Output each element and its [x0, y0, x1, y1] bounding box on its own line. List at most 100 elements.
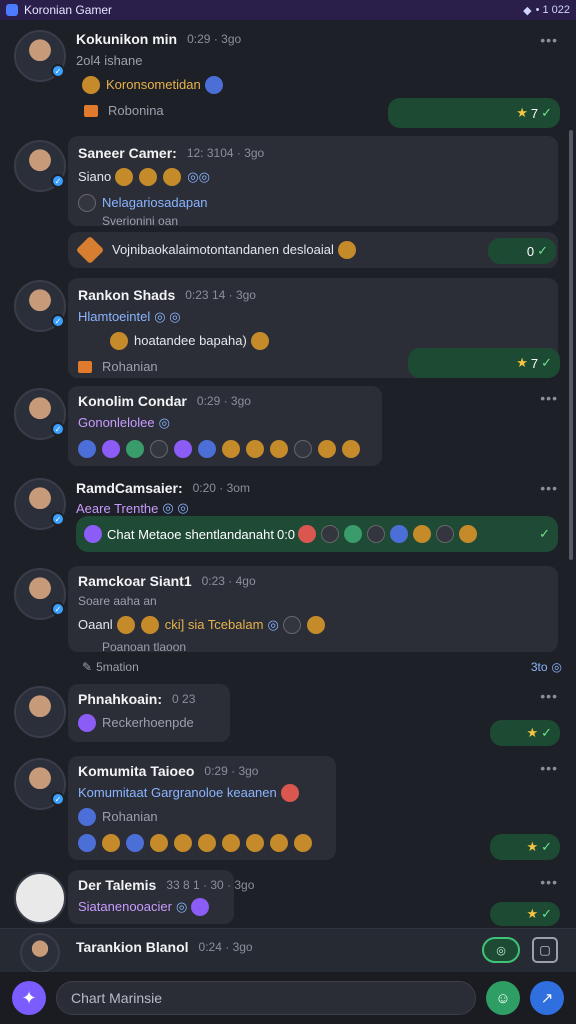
- timestamp: 0:29 · 3go: [187, 32, 242, 46]
- sender-name[interactable]: Phnahkoain:: [78, 690, 162, 708]
- sender-name[interactable]: Tarankion Blanol: [76, 939, 189, 955]
- emoji-icon: [139, 168, 158, 186]
- verified-icon: ✓: [51, 602, 65, 616]
- message-line: Vojnibaokalaimotontandanen desloaial: [112, 242, 334, 257]
- more-options-icon[interactable]: •••: [540, 874, 558, 890]
- system-label: 5mation: [96, 660, 139, 674]
- top-right-status[interactable]: ◆ • 1 022: [523, 4, 570, 17]
- avatar[interactable]: [14, 872, 66, 924]
- message-line: Gononlelolee: [78, 415, 155, 430]
- timestamp: 0:29 · 3go: [196, 394, 251, 408]
- sender-name[interactable]: Ramckoar Siant1: [78, 572, 192, 590]
- sender-name[interactable]: Saneer Camer:: [78, 144, 177, 162]
- avatar[interactable]: ✓: [14, 140, 66, 192]
- attachment-icon[interactable]: ▢: [532, 937, 558, 963]
- emoji-icon: [246, 440, 264, 458]
- message-line: 2ol4 ishane: [76, 53, 143, 68]
- emoji-icon: [163, 168, 182, 186]
- emoji-icon: [250, 332, 269, 350]
- more-options-icon[interactable]: •••: [540, 390, 558, 406]
- sticker-icon: [84, 525, 102, 543]
- reaction-bar[interactable]: ★ ✓: [490, 720, 560, 746]
- emoji-icon: [198, 834, 216, 852]
- badge-icon: ◎◎: [187, 169, 210, 184]
- wrench-icon: [75, 235, 105, 265]
- emoji-icon: [306, 616, 325, 634]
- sender-name[interactable]: Rankon Shads: [78, 286, 175, 304]
- more-options-icon[interactable]: •••: [540, 32, 558, 48]
- message-7: ••• Phnahkoain: 0 23 Reckerhoenpde ★ ✓: [0, 684, 576, 752]
- emoji-icon: [198, 440, 216, 458]
- emoji-icon: [204, 76, 223, 94]
- more-options-icon[interactable]: •••: [540, 760, 558, 776]
- sender-name[interactable]: RamdCamsaier:: [76, 480, 183, 496]
- avatar[interactable]: ✓: [14, 758, 66, 810]
- message-5: ✓ ••• RamdCamsaier: 0:20 · 3om Aeare Tren…: [0, 476, 576, 560]
- more-options-icon[interactable]: •••: [540, 480, 558, 496]
- avatar[interactable]: ✓: [14, 478, 66, 530]
- reaction-bar[interactable]: ★ ✓: [490, 902, 560, 926]
- reaction-bar[interactable]: ★ 7 ✓: [408, 348, 560, 378]
- avatar[interactable]: [20, 933, 60, 973]
- message-bubble: Phnahkoain: 0 23 Reckerhoenpde: [68, 684, 230, 742]
- message-line: Siano: [78, 169, 112, 184]
- typing-row: Tarankion Blanol 0:24 · 3go ◎ ▢: [0, 928, 576, 973]
- reaction-bar[interactable]: ★ ✓: [490, 834, 560, 860]
- message-bubble: Ramckoar Siant1 0:23 · 4go Soare aaha an …: [68, 566, 558, 654]
- avatar[interactable]: ✓: [14, 30, 66, 82]
- smile-icon: ☺: [495, 989, 511, 1007]
- message-bubble[interactable]: Chat Metaoe shentlandanaht 0:0 ✓: [76, 516, 558, 552]
- avatar[interactable]: ✓: [14, 568, 66, 620]
- message-line: Poanoan tlaoon: [102, 640, 187, 654]
- message-line: Komumitaat Gargranoloe keaanen: [78, 785, 277, 800]
- sender-name[interactable]: Konolim Condar: [78, 392, 187, 410]
- message-input-placeholder: Chart Marinsie: [71, 990, 163, 1006]
- emoji-icon: [116, 616, 135, 634]
- emoji-icon: [298, 525, 317, 543]
- voice-icon[interactable]: ◎: [482, 937, 520, 963]
- reaction-bar[interactable]: 0 ✓: [488, 238, 556, 264]
- emoji-icon: [191, 898, 210, 916]
- timestamp: 0:23 14 · 3go: [185, 288, 256, 302]
- emoji-icon: [150, 834, 168, 852]
- send-button[interactable]: ↗: [530, 981, 564, 1015]
- check-icon: ✓: [541, 725, 552, 740]
- timestamp: 0 23: [172, 692, 196, 706]
- message-line: Koronsometidan: [106, 77, 201, 92]
- emoji-icon: [367, 525, 386, 543]
- star-icon: ★: [516, 355, 528, 370]
- sender-name[interactable]: Komumita Taioeo: [78, 762, 194, 780]
- add-button[interactable]: ✦: [12, 981, 46, 1015]
- message-1: ✓ ••• Kokunikon min 0:29 · 3go 2ol4 ishan…: [0, 28, 576, 132]
- message-line: Hlamtoeintel: [78, 309, 151, 324]
- message-line: Sverionini oan: [102, 214, 179, 228]
- avatar[interactable]: ✓: [14, 388, 66, 440]
- emoji-icon: [110, 332, 128, 350]
- timestamp: 0:20 · 3om: [192, 481, 250, 495]
- more-options-icon[interactable]: •••: [540, 688, 558, 704]
- check-icon: ✓: [541, 839, 552, 854]
- verified-icon: ✓: [51, 512, 65, 526]
- avatar[interactable]: [14, 686, 66, 738]
- check-icon: ✓: [537, 243, 548, 258]
- star-icon: ★: [526, 906, 539, 921]
- emoji-icon: [321, 525, 340, 543]
- emoji-button[interactable]: ☺: [486, 981, 520, 1015]
- message-input[interactable]: Chart Marinsie: [56, 981, 476, 1015]
- avatar[interactable]: ✓: [14, 280, 66, 332]
- verified-icon: ✓: [51, 174, 65, 188]
- check-icon: ✓: [539, 526, 550, 541]
- message-bubble: Konolim Condar 0:29 · 3go Gononlelolee ◎: [68, 386, 382, 466]
- timestamp: 33 8 1 · 30 · 3go: [166, 878, 255, 892]
- sticker-icon: [78, 808, 96, 826]
- sender-name[interactable]: Kokunikon min: [76, 30, 177, 48]
- emoji-icon: [102, 834, 120, 852]
- emoji-icon: [390, 525, 409, 543]
- scrollbar[interactable]: [569, 130, 573, 560]
- message-line: Oaanl: [78, 617, 113, 632]
- sender-name[interactable]: Der Talemis: [78, 876, 156, 894]
- reaction-bar[interactable]: ★ 7 ✓: [388, 98, 560, 128]
- message-line: Chat Metaoe shentlandanaht: [107, 526, 274, 542]
- emoji-icon: [270, 834, 288, 852]
- badge-icon: ◎ ◎: [154, 309, 181, 324]
